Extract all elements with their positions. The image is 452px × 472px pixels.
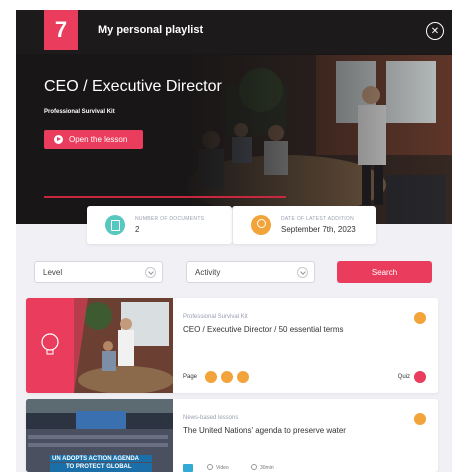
activity-select-value: Activity	[195, 267, 221, 277]
lesson-category: Professional Survival Kit	[183, 314, 248, 320]
quiz-icon[interactable]	[414, 371, 426, 383]
page-label: Page	[183, 374, 198, 380]
lesson-subtitle: Professional Survival Kit	[44, 109, 115, 115]
chevron-down-icon	[297, 267, 308, 278]
lesson-type: Video	[216, 465, 229, 471]
page-2-icon[interactable]	[221, 371, 233, 383]
page-1-icon[interactable]	[205, 371, 217, 383]
close-icon: ✕	[430, 25, 440, 37]
date-value: September 7th, 2023	[281, 225, 356, 234]
playlist-hero: 7 My personal playlist ✕ CEO / Executive…	[16, 10, 452, 224]
page-3-icon[interactable]	[237, 371, 249, 383]
close-button[interactable]: ✕	[426, 22, 444, 40]
lesson-card[interactable]: UN ADOPTS ACTION AGENDA TO PROTECT GLOBA…	[26, 399, 438, 472]
documents-label: NUMBER OF DOCUMENTS	[135, 216, 205, 222]
top-gap	[0, 0, 452, 10]
brand-logo: 7	[44, 10, 78, 50]
playlist-title: My personal playlist	[98, 24, 204, 36]
documents-stat: NUMBER OF DOCUMENTS 2	[87, 206, 232, 244]
level-select-value: Level	[43, 267, 63, 277]
latest-addition-stat: DATE OF LATEST ADDITION September 7th, 2…	[232, 206, 376, 244]
chevron-down-icon	[145, 267, 156, 278]
modal-header: 7 My personal playlist ✕	[16, 10, 452, 54]
documents-value: 2	[135, 225, 140, 234]
document-icon	[105, 215, 125, 235]
news-banner-line2: TO PROTECT GLOBAL	[66, 464, 132, 470]
lesson-title: CEO / Executive Director	[44, 78, 222, 95]
play-icon	[54, 135, 63, 144]
news-thumbnail: UN ADOPTS ACTION AGENDA TO PROTECT GLOBA…	[26, 399, 173, 472]
lesson-title[interactable]: CEO / Executive Director / 50 essential …	[183, 325, 344, 334]
lesson-card-body: Professional Survival Kit CEO / Executiv…	[183, 298, 426, 393]
clock-icon	[251, 464, 257, 470]
news-banner-line1: UN ADOPTS ACTION AGENDA	[52, 456, 139, 462]
open-lesson-button[interactable]: Open the lesson	[44, 130, 143, 149]
calendar-icon	[251, 215, 271, 235]
video-icon	[207, 464, 213, 470]
lesson-category: News-based lessons	[183, 415, 239, 421]
lesson-title[interactable]: The United Nations' agenda to preserve w…	[183, 426, 346, 435]
lesson-card[interactable]: Professional Survival Kit CEO / Executiv…	[26, 298, 438, 393]
lesson-thumbnail	[26, 298, 173, 393]
hero-progress-line	[44, 196, 286, 198]
bookmark-icon[interactable]	[414, 312, 426, 324]
quiz-label: Quiz	[397, 374, 410, 380]
lesson-card-body: News-based lessons The United Nations' a…	[183, 399, 426, 472]
bookmark-icon[interactable]	[414, 413, 426, 425]
level-badge	[183, 464, 193, 472]
lesson-duration: 30min	[260, 465, 274, 471]
search-button[interactable]: Search	[337, 261, 432, 283]
activity-select[interactable]: Activity	[186, 261, 315, 283]
logo-text: 7	[54, 17, 68, 42]
level-select[interactable]: Level	[34, 261, 163, 283]
open-lesson-label: Open the lesson	[69, 135, 128, 144]
date-label: DATE OF LATEST ADDITION	[281, 216, 355, 222]
